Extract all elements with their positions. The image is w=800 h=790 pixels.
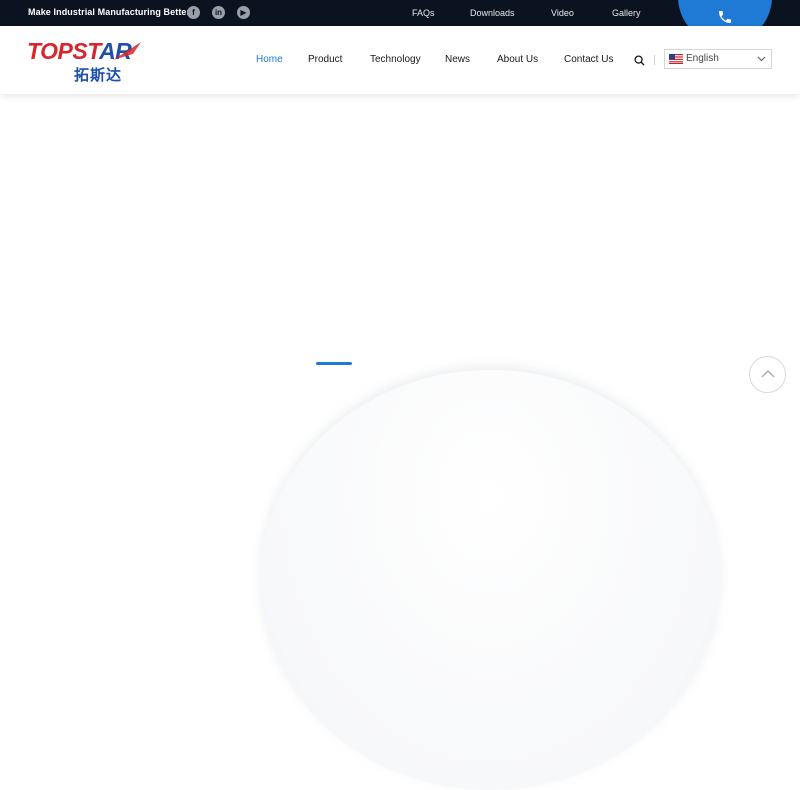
logo-swoosh-icon [113,42,141,60]
chevron-up-icon [761,370,775,378]
logo-chinese: 拓斯达 [74,66,123,84]
nav-home[interactable]: Home [256,54,283,65]
top-link-faqs[interactable]: FAQs [412,8,435,18]
nav-news[interactable]: News [445,54,470,65]
logo[interactable]: TOPSTAR 拓斯达 [27,38,149,84]
slogan: Make Industrial Manufacturing Better [28,7,191,17]
us-flag-icon [669,54,683,64]
facebook-icon[interactable]: f [187,6,200,19]
main-header: TOPSTAR 拓斯达 Home Product Technology News… [0,26,800,94]
top-link-gallery[interactable]: Gallery [612,8,641,18]
nav-product[interactable]: Product [308,54,342,65]
youtube-icon[interactable]: ▶ [237,6,250,19]
nav-technology[interactable]: Technology [370,54,421,65]
slider-indicator-active[interactable] [316,362,352,365]
decorative-arc [260,370,720,790]
phone-icon [719,11,731,23]
nav-contact-us[interactable]: Contact Us [564,54,613,65]
chevron-down-icon [757,56,766,62]
search-icon[interactable] [634,55,645,66]
language-select[interactable]: English [664,49,772,69]
language-label: English [686,53,719,64]
top-link-video[interactable]: Video [551,8,574,18]
back-to-top-button[interactable] [749,356,786,393]
nav-divider [654,55,655,65]
nav-about-us[interactable]: About Us [497,54,538,65]
top-link-downloads[interactable]: Downloads [470,8,515,18]
linkedin-icon[interactable]: in [212,6,225,19]
